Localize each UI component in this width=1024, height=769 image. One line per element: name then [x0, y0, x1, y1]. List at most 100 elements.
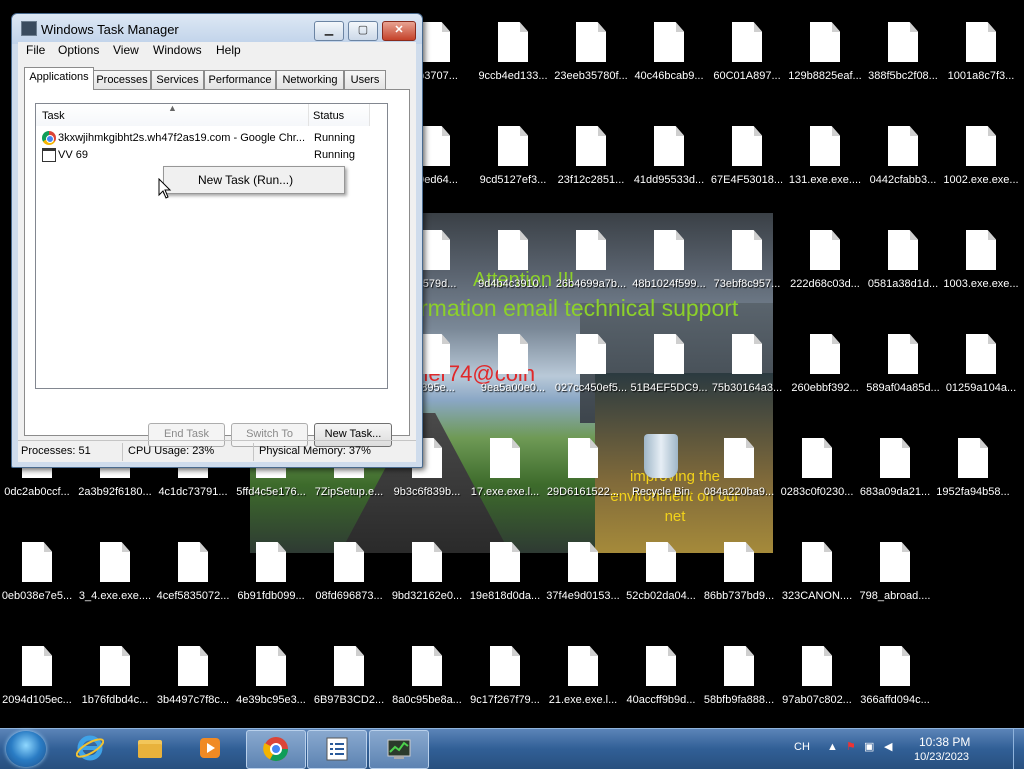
desktop-icon[interactable]: 798_abroad....	[856, 530, 934, 630]
desktop-icon[interactable]: 260ebbf392...	[786, 322, 864, 422]
tab-services[interactable]: Services	[151, 70, 204, 89]
tab-networking[interactable]: Networking	[276, 70, 344, 89]
desktop-icon[interactable]: 08fd696873...	[310, 530, 388, 630]
desktop-icon[interactable]: 23eeb35780f...	[552, 10, 630, 110]
desktop-icon[interactable]: 131.exe.exe....	[786, 114, 864, 214]
taskbar-chrome[interactable]	[246, 730, 306, 769]
menu-file[interactable]: File	[26, 43, 45, 57]
menu-windows[interactable]: Windows	[153, 43, 202, 57]
desktop-icon[interactable]: 60C01A897...	[708, 10, 786, 110]
desktop-icon[interactable]: 17.exe.exe.l...	[466, 426, 544, 526]
desktop-icon[interactable]: 3_4.exe.exe....	[76, 530, 154, 630]
volume-icon[interactable]: ◀	[884, 740, 892, 753]
desktop-icon[interactable]: 0283c0f0230...	[778, 426, 856, 526]
file-icon	[966, 334, 996, 374]
desktop-icon[interactable]: 37f4e9d0153...	[544, 530, 622, 630]
task-row[interactable]: VV 69 Running	[36, 147, 387, 164]
desktop-icon[interactable]: 1952fa94b58...	[934, 426, 1012, 526]
desktop-icon[interactable]: 26b4699a7b...	[552, 218, 630, 318]
desktop-icon[interactable]: 75b30164a3...	[708, 322, 786, 422]
desktop-icon[interactable]: 23f12c2851...	[552, 114, 630, 214]
desktop-icon[interactable]: 1003.exe.exe...	[942, 218, 1020, 318]
desktop-icon[interactable]: 9ea5a00e0...	[474, 322, 552, 422]
taskbar-task-manager[interactable]	[369, 730, 429, 769]
desktop-icon[interactable]: 40c46bcab9...	[630, 10, 708, 110]
language-indicator[interactable]: CH	[794, 741, 810, 753]
desktop-icon[interactable]: 388f5bc2f08...	[864, 10, 942, 110]
desktop-icon-label: 73ebf8c957...	[713, 278, 781, 290]
desktop-icon[interactable]: 129b8825eaf...	[786, 10, 864, 110]
desktop-icon[interactable]: 40accff9b9d...	[622, 634, 700, 734]
maximize-button[interactable]: ▢	[348, 21, 378, 41]
minimize-button[interactable]: ▁	[314, 21, 344, 41]
desktop-icon[interactable]: 366affd094c...	[856, 634, 934, 734]
show-desktop-button[interactable]	[1013, 729, 1024, 769]
desktop-icon[interactable]: 1002.exe.exe...	[942, 114, 1020, 214]
taskbar-media-player[interactable]	[181, 730, 239, 767]
start-button[interactable]	[6, 731, 46, 767]
desktop-icon[interactable]: 9c17f267f79...	[466, 634, 544, 734]
action-center-icon[interactable]: ⚑	[846, 740, 856, 753]
tab-processes[interactable]: Processes	[93, 70, 151, 89]
taskbar-internet-explorer[interactable]	[61, 730, 119, 767]
task-manager-window[interactable]: Windows Task Manager ▁ ▢ ✕ File Options …	[11, 13, 423, 468]
task-row[interactable]: 3kxwjihmkgibht2s.wh47f2as19.com - Google…	[36, 130, 387, 147]
taskbar-task-list[interactable]	[307, 730, 367, 769]
desktop-icon[interactable]: 52cb02da04...	[622, 530, 700, 630]
desktop-icon[interactable]: 6B97B3CD2...	[310, 634, 388, 734]
desktop-icon[interactable]: 58bfb9fa888...	[700, 634, 778, 734]
desktop-icon[interactable]: 9cd5127ef3...	[474, 114, 552, 214]
desktop-icon[interactable]: 0581a38d1d...	[864, 218, 942, 318]
desktop-icon[interactable]: 027cc450ef5...	[552, 322, 630, 422]
desktop-icon[interactable]: 8a0c95be8a...	[388, 634, 466, 734]
title-bar[interactable]: Windows Task Manager ▁ ▢ ✕	[12, 14, 422, 44]
desktop-icon[interactable]: Recycle Bin	[622, 426, 700, 526]
desktop-icon[interactable]: 0442cfabb3...	[864, 114, 942, 214]
network-icon[interactable]: ▣	[864, 740, 874, 753]
desktop-icon[interactable]: 6b91fdb099...	[232, 530, 310, 630]
desktop-icon[interactable]: 19e818d0da...	[466, 530, 544, 630]
desktop-icon[interactable]: 4cef5835072...	[154, 530, 232, 630]
menu-options[interactable]: Options	[58, 43, 99, 57]
desktop-icon[interactable]: 21.exe.exe.l...	[544, 634, 622, 734]
desktop-icon-label: 1001a8c7f3...	[947, 70, 1015, 82]
clock-time[interactable]: 10:38 PM	[919, 735, 970, 749]
desktop-icon[interactable]: 48b1024f599...	[630, 218, 708, 318]
desktop-icon[interactable]: 9bd32162e0...	[388, 530, 466, 630]
context-menu-new-task[interactable]: New Task (Run...)	[167, 170, 339, 190]
desktop-icon[interactable]: 683a09da21...	[856, 426, 934, 526]
desktop-icon[interactable]: 73ebf8c957...	[708, 218, 786, 318]
desktop-icon[interactable]: 1001a8c7f3...	[942, 10, 1020, 110]
desktop-icon[interactable]: 0eb038e7e5...	[0, 530, 76, 630]
clock-date[interactable]: 10/23/2023	[914, 751, 969, 763]
desktop-icon[interactable]: 323CANON....	[778, 530, 856, 630]
tab-users[interactable]: Users	[344, 70, 386, 89]
desktop-icon[interactable]: 1b76fdbd4c...	[76, 634, 154, 734]
desktop-icon[interactable]: 9d4b4c3910...	[474, 218, 552, 318]
desktop-icon-label: 7ZipSetup.e...	[314, 486, 384, 498]
desktop-icon[interactable]: 29D6161522...	[544, 426, 622, 526]
show-hidden-icons-icon[interactable]: ▲	[827, 741, 838, 753]
menu-help[interactable]: Help	[216, 43, 241, 57]
desktop-icon[interactable]: 589af04a85d...	[864, 322, 942, 422]
task-list[interactable]: Task ▲ Status 3kxwjihmkgibht2s.wh47f2as1…	[35, 103, 388, 389]
column-header-status[interactable]: Status	[309, 104, 370, 126]
desktop-icon[interactable]: 97ab07c802...	[778, 634, 856, 734]
desktop-icon[interactable]: 67E4F53018...	[708, 114, 786, 214]
desktop-icon[interactable]: 86bb737bd9...	[700, 530, 778, 630]
desktop-icon[interactable]: 3b4497c7f8c...	[154, 634, 232, 734]
tab-applications[interactable]: Applications	[24, 67, 94, 90]
desktop-icon[interactable]: 4e39bc95e3...	[232, 634, 310, 734]
desktop-icon[interactable]: 2094d105ec...	[0, 634, 76, 734]
desktop-icon[interactable]: 01259a104a...	[942, 322, 1020, 422]
desktop-icon[interactable]: 41dd95533d...	[630, 114, 708, 214]
desktop-icon[interactable]: 51B4EF5DC9...	[630, 322, 708, 422]
column-header-task[interactable]: Task ▲	[36, 103, 309, 126]
desktop-icon[interactable]: 084a220ba9...	[700, 426, 778, 526]
close-button[interactable]: ✕	[382, 21, 416, 41]
taskbar-explorer[interactable]	[121, 730, 179, 767]
desktop-icon[interactable]: 222d68c03d...	[786, 218, 864, 318]
menu-view[interactable]: View	[113, 43, 139, 57]
desktop-icon[interactable]: 9ccb4ed133...	[474, 10, 552, 110]
tab-performance[interactable]: Performance	[204, 70, 276, 89]
